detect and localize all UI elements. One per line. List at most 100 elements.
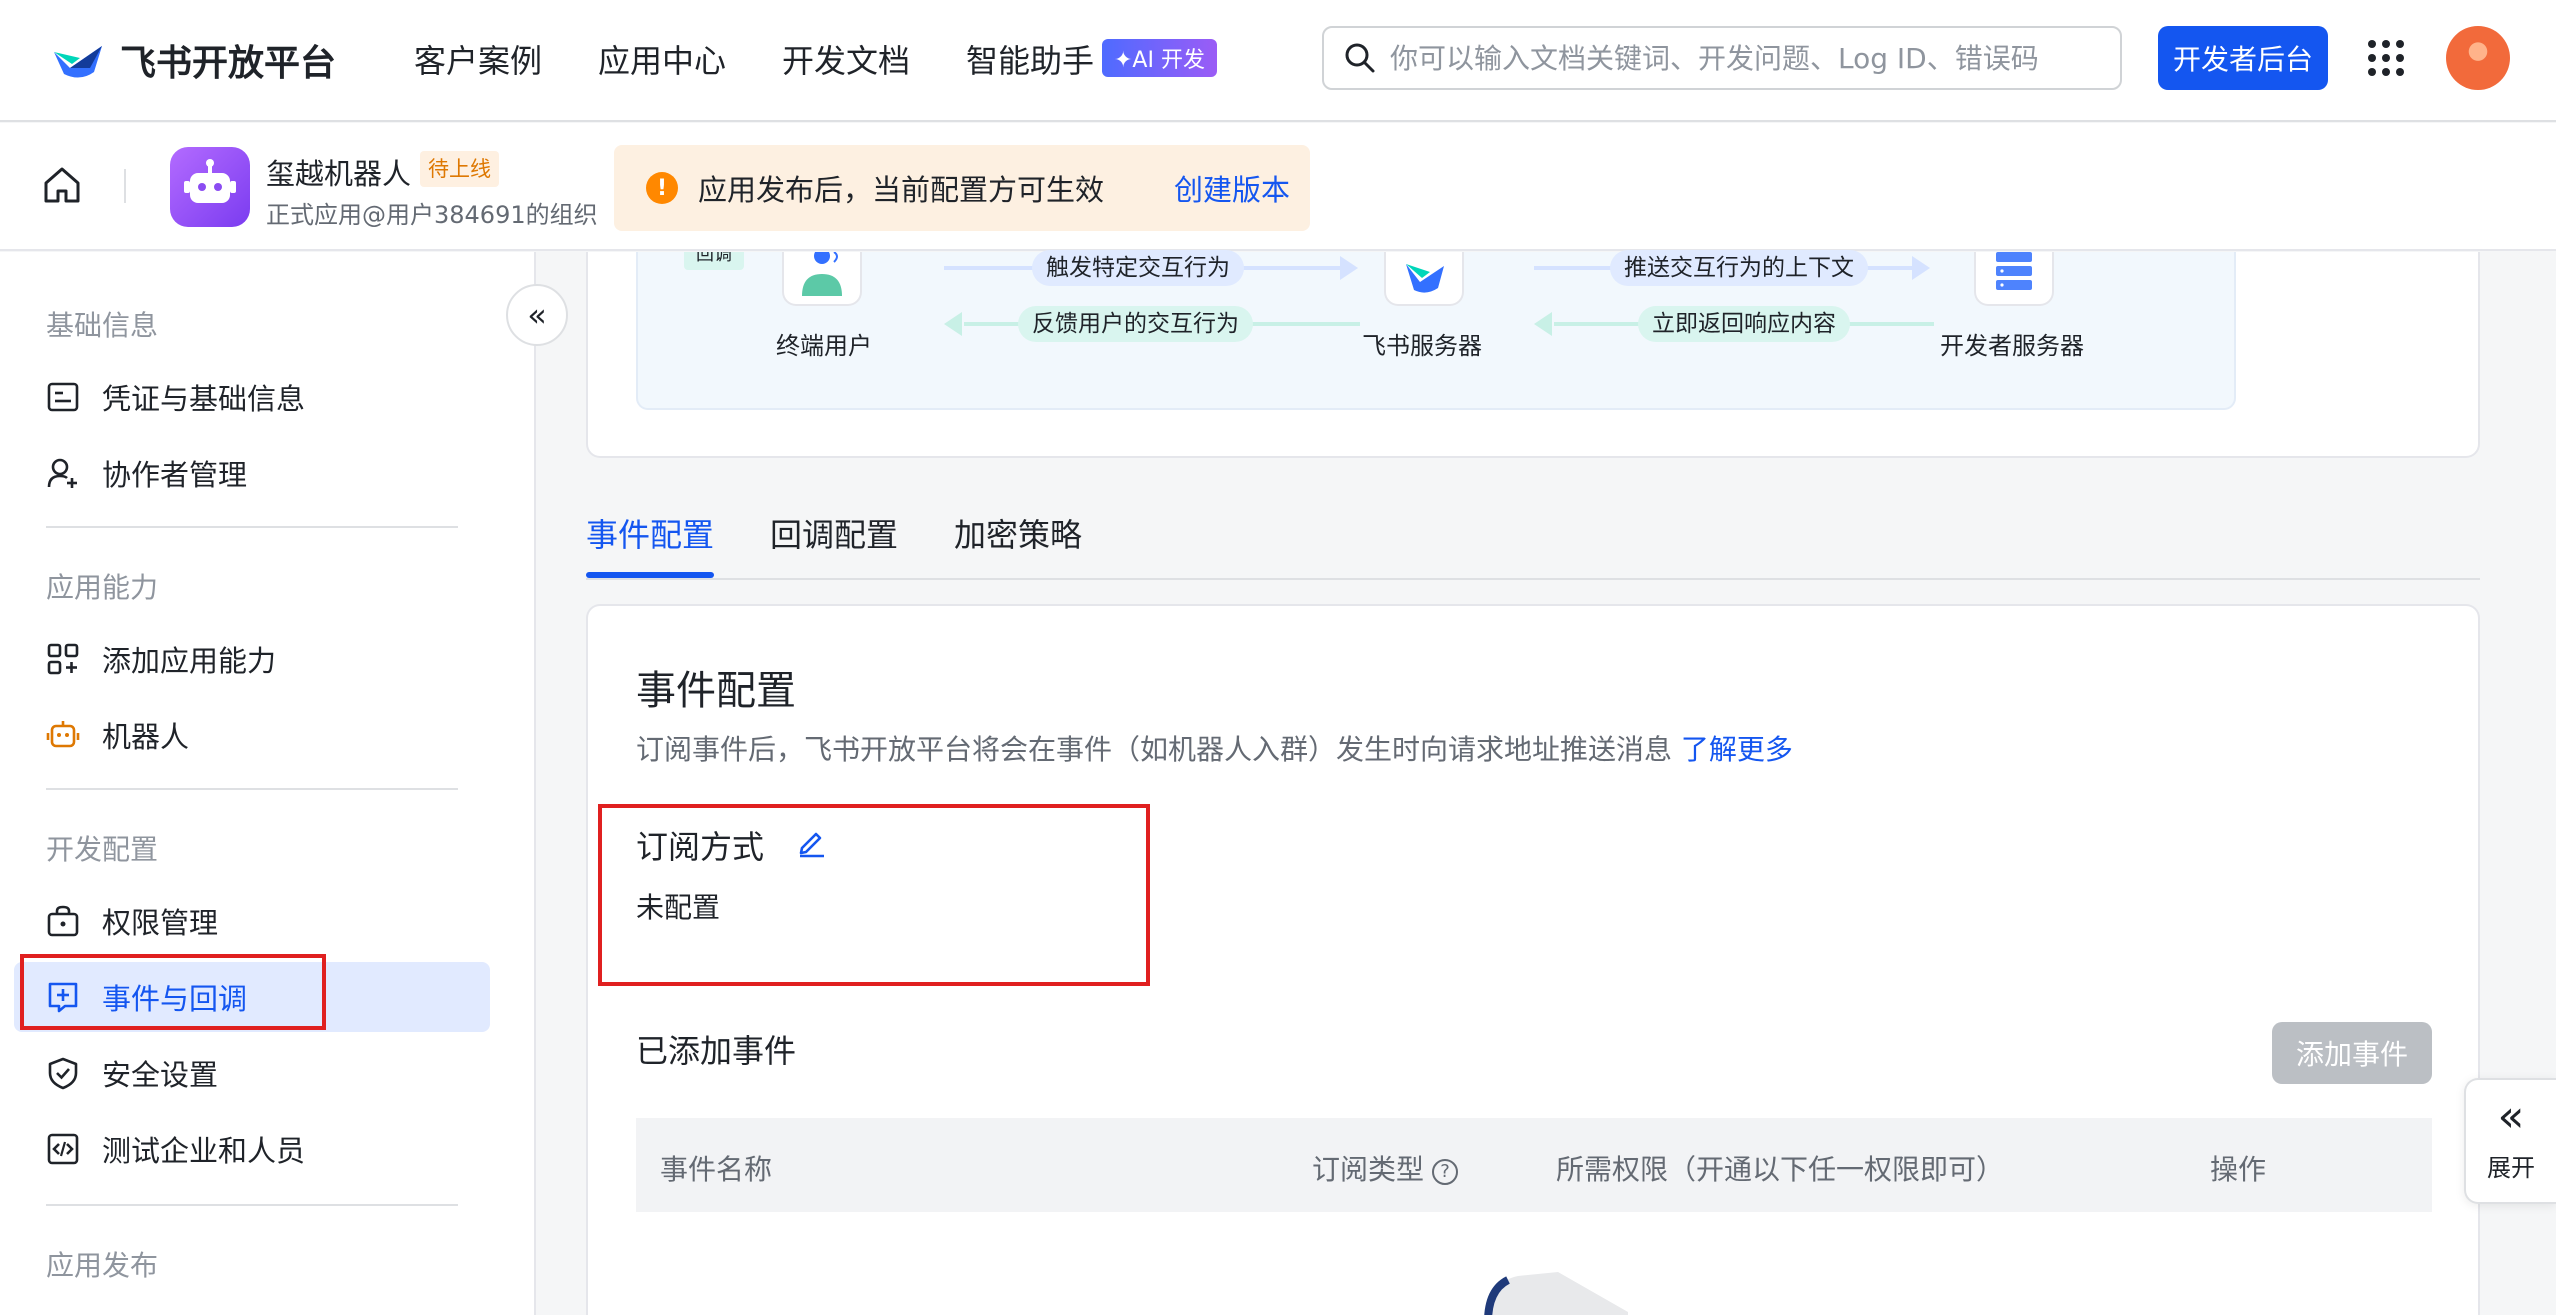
flow-node-developer-server: 开发者服务器 [1940, 332, 2084, 360]
config-tabs: 事件配置 回调配置 加密策略 [586, 490, 2480, 580]
app-grid-icon[interactable] [2368, 40, 2404, 76]
add-event-button[interactable]: 添加事件 [2272, 1022, 2432, 1084]
subscription-mode-label: 订阅方式 [636, 828, 765, 866]
flow-label-feedback: 反馈用户的交互行为 [1018, 306, 1253, 342]
sidebar-item-label: 协作者管理 [102, 458, 248, 492]
ai-dev-badge[interactable]: ✦AI 开发 [1102, 39, 1217, 77]
developer-server-icon [1974, 252, 2054, 306]
arrow-head [1912, 256, 1930, 280]
event-config-desc-text: 订阅事件后，飞书开放平台将会在事件（如机器人入群）发生时向请求地址推送消息 [636, 733, 1673, 766]
robot-icon [46, 718, 80, 752]
flow-node-end-user: 终端用户 [776, 332, 872, 360]
flow-label-trigger: 触发特定交互行为 [1032, 250, 1244, 286]
edit-icon[interactable] [796, 826, 828, 858]
column-subscription-type: 订阅类型? [1312, 1148, 1459, 1188]
sidebar-item-security[interactable]: 安全设置 [14, 1038, 490, 1108]
sidebar-item-test-enterprise[interactable]: 测试企业和人员 [14, 1114, 490, 1184]
flow-label-respond: 立即返回响应内容 [1638, 306, 1850, 342]
expand-panel-button[interactable]: « 展开 [2464, 1078, 2556, 1204]
sidebar-collapse-button[interactable]: « [506, 284, 568, 346]
create-version-link[interactable]: 创建版本 [1174, 167, 1290, 209]
sidebar-item-add-capability[interactable]: 添加应用能力 [14, 624, 490, 694]
top-navigation: 飞书开放平台 客户案例 应用中心 开发文档 智能助手 ✦AI 开发 开发者后台 [0, 0, 2556, 122]
sidebar-item-label: 机器人 [102, 720, 190, 754]
active-tab-indicator [586, 572, 714, 578]
sidebar-item-events-callbacks[interactable]: 事件与回调 [14, 962, 490, 1032]
feishu-logo-icon [50, 38, 106, 82]
event-config-title: 事件配置 [636, 668, 796, 714]
sidebar-item-permissions[interactable]: 权限管理 [14, 886, 490, 956]
sidebar-item-robot[interactable]: 机器人 [14, 700, 490, 770]
shield-icon [46, 1056, 80, 1090]
search-input[interactable] [1390, 41, 2090, 75]
sidebar-group-dev-config: 开发配置 [46, 833, 159, 866]
app-name: 玺越机器人 [266, 157, 412, 191]
sidebar-item-label: 权限管理 [102, 906, 219, 940]
sidebar-divider [46, 788, 458, 790]
flow-diagram-card: 终端用户 飞书服务器 开发者服务器 触发特定交互行为 反馈用户的交互行为 推送交… [586, 248, 2480, 458]
search-box[interactable] [1322, 26, 2122, 90]
code-box-icon [46, 1132, 80, 1166]
user-add-icon [46, 456, 80, 490]
chevron-double-left-icon: « [2497, 1091, 2525, 1142]
subscription-mode-value: 未配置 [636, 891, 721, 924]
feishu-open-platform-logo[interactable]: 飞书开放平台 [50, 34, 336, 86]
sidebar-divider [46, 1204, 458, 1206]
app-status-badge: 待上线 [420, 151, 499, 187]
expand-label: 展开 [2487, 1154, 2535, 1182]
sidebar-item-credentials[interactable]: 凭证与基础信息 [14, 362, 490, 432]
arrow-head [1534, 312, 1552, 336]
developer-console-button[interactable]: 开发者后台 [2158, 26, 2328, 90]
learn-more-link[interactable]: 了解更多 [1681, 733, 1793, 766]
callback-tag: 回调 [684, 252, 744, 270]
sidebar-item-label: 凭证与基础信息 [102, 382, 306, 416]
column-required-permissions: 所需权限（开通以下任一权限即可） [1556, 1153, 2005, 1186]
logo-text: 飞书开放平台 [120, 43, 337, 84]
sidebar-group-basic-info: 基础信息 [46, 309, 159, 342]
events-table-header: 事件名称 订阅类型? 所需权限（开通以下任一权限即可） 操作 [636, 1118, 2432, 1212]
sidebar-divider [46, 526, 458, 528]
sidebar-item-label: 添加应用能力 [102, 644, 277, 678]
flow-label-push-context: 推送交互行为的上下文 [1610, 250, 1868, 286]
sidebar-group-app-capability: 应用能力 [46, 571, 159, 604]
robot-app-icon [170, 147, 250, 227]
apps-add-icon [46, 642, 80, 676]
lock-icon [46, 904, 80, 938]
help-icon[interactable]: ? [1432, 1159, 1459, 1185]
tab-callback-config[interactable]: 回调配置 [770, 510, 898, 556]
arrow-head [944, 312, 962, 336]
sidebar-item-label: 测试企业和人员 [102, 1134, 306, 1168]
publish-notice: ! 应用发布后，当前配置方可生效 创建版本 [614, 145, 1310, 231]
end-user-icon [782, 248, 862, 306]
sidebar-item-label: 事件与回调 [102, 982, 248, 1016]
event-config-description: 订阅事件后，飞书开放平台将会在事件（如机器人入群）发生时向请求地址推送消息 了解… [636, 728, 1793, 768]
added-events-title: 已添加事件 [636, 1032, 797, 1070]
column-actions: 操作 [2210, 1153, 2267, 1186]
tab-event-config[interactable]: 事件配置 [586, 510, 714, 556]
arrow-head [1340, 256, 1358, 280]
nav-app-center[interactable]: 应用中心 [598, 36, 726, 82]
flow-node-feishu-server: 飞书服务器 [1362, 332, 1482, 360]
publish-notice-text: 应用发布后，当前配置方可生效 [698, 173, 1105, 207]
nav-smart-assistant[interactable]: 智能助手 [966, 36, 1094, 82]
nav-dev-docs[interactable]: 开发文档 [782, 36, 910, 82]
tab-encryption-policy[interactable]: 加密策略 [954, 510, 1082, 556]
warning-icon: ! [646, 172, 678, 204]
app-organization: 正式应用@用户384691的组织 [266, 201, 598, 229]
event-config-card: 事件配置 订阅事件后，飞书开放平台将会在事件（如机器人入群）发生时向请求地址推送… [586, 604, 2480, 1315]
app-header-bar: 玺越机器人 待上线 正式应用@用户384691的组织 ! 应用发布后，当前配置方… [0, 123, 2556, 251]
id-card-icon [46, 380, 80, 414]
sidebar-item-collaborators[interactable]: 协作者管理 [14, 438, 490, 508]
event-add-icon [46, 980, 80, 1014]
column-event-name: 事件名称 [660, 1153, 773, 1186]
sidebar-group-app-release: 应用发布 [46, 1249, 159, 1282]
nav-customer-cases[interactable]: 客户案例 [414, 36, 542, 82]
home-icon[interactable] [40, 163, 84, 207]
sidebar: 基础信息 凭证与基础信息 协作者管理 应用能力 添加应用能力 机器人 开发配置 … [0, 252, 536, 1315]
feishu-server-icon [1384, 252, 1464, 306]
empty-state-illustration [1448, 1272, 1628, 1315]
search-icon [1345, 43, 1375, 73]
user-avatar[interactable] [2446, 26, 2510, 90]
flow-diagram: 终端用户 飞书服务器 开发者服务器 触发特定交互行为 反馈用户的交互行为 推送交… [636, 248, 2236, 410]
header-divider [124, 169, 126, 203]
